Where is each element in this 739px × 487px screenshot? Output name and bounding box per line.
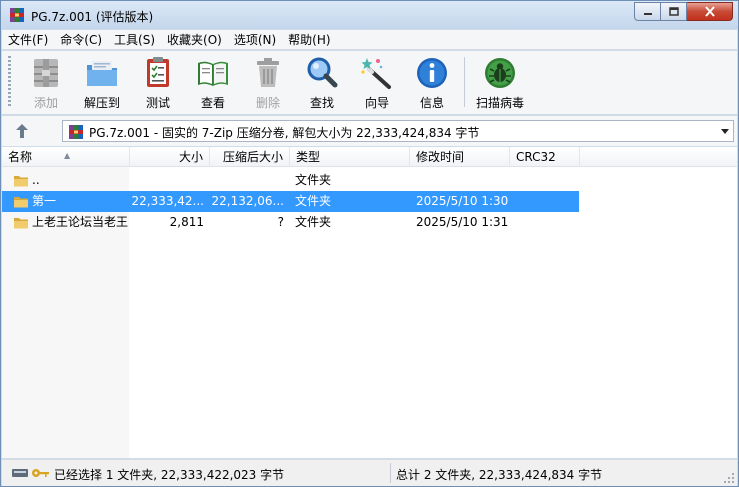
virus-scan-button-label: 扫描病毒 (475, 96, 524, 110)
wizard-button[interactable]: 向导 (351, 55, 403, 111)
file-name: 第一 (32, 194, 57, 208)
wizard-wand-icon (361, 58, 391, 89)
file-row-selected[interactable]: 第一 22,333,42... 22,132,06... 文件夹 2025/5/… (2, 191, 579, 212)
column-header: 名称 ▲ 大小 压缩后大小 类型 修改时间 CRC32 (2, 147, 737, 167)
archive-add-icon (34, 59, 58, 87)
minimize-icon (643, 12, 652, 15)
add-button[interactable]: 添加 (20, 55, 72, 111)
view-book-icon (198, 61, 228, 86)
address-bar: PG.7z.001 - 固实的 7-Zip 压缩分卷, 解包大小为 22,333… (2, 116, 737, 146)
close-icon (704, 6, 715, 17)
file-type: 文件夹 (295, 215, 332, 229)
menu-bar: 文件(F) 命令(C) 工具(S) 收藏夹(O) 选项(N) 帮助(H) (2, 30, 737, 50)
file-type: 文件夹 (295, 173, 332, 187)
resize-grip-icon[interactable] (723, 472, 735, 484)
status-bar: 已经选择 1 文件夹, 22,333,422,023 字节 总计 2 文件夹, … (2, 459, 737, 486)
chevron-down-icon[interactable] (721, 129, 729, 134)
wizard-button-label: 向导 (364, 96, 389, 110)
column-modified-header[interactable]: 修改时间 (410, 147, 510, 167)
total-status: 总计 2 文件夹, 22,333,424,834 字节 (396, 468, 603, 482)
test-button[interactable]: 测试 (132, 55, 184, 111)
folder-icon (14, 176, 28, 187)
menu-options[interactable]: 选项(N) (228, 30, 282, 50)
test-button-label: 测试 (145, 96, 170, 110)
file-type: 文件夹 (295, 194, 332, 208)
menu-commands[interactable]: 命令(C) (54, 30, 108, 50)
file-packed-size: ? (277, 215, 284, 229)
file-size (130, 170, 204, 191)
folder-icon (14, 197, 28, 208)
toolbar: 添加 解压到 测试 查看 删除 查找 向导 信息 扫描病毒 (2, 51, 737, 115)
extract-to-button-label: 解压到 (83, 96, 120, 110)
file-modified: 2025/5/10 1:31 (416, 215, 509, 229)
virus-scan-button[interactable]: 扫描病毒 (470, 55, 530, 111)
file-modified: 2025/5/10 1:30 (416, 194, 509, 208)
extract-folder-icon (87, 61, 117, 86)
winrar-app-icon[interactable] (9, 7, 25, 23)
up-one-level-icon[interactable] (12, 121, 32, 141)
file-size: 2,811 (169, 215, 204, 229)
window-controls (634, 2, 733, 21)
extract-to-button[interactable]: 解压到 (76, 55, 128, 111)
file-list[interactable]: 名称 ▲ 大小 压缩后大小 类型 修改时间 CRC32 .. 文件夹 第一 22… (2, 147, 737, 458)
toolbar-grip[interactable] (8, 56, 11, 108)
status-divider (390, 463, 391, 483)
info-icon (417, 58, 447, 88)
menu-help[interactable]: 帮助(H) (282, 30, 336, 50)
menu-favorites[interactable]: 收藏夹(O) (161, 30, 228, 50)
drive-and-key-icon[interactable] (11, 466, 51, 480)
maximize-button[interactable] (661, 2, 687, 21)
column-type-header[interactable]: 类型 (290, 147, 410, 167)
file-row[interactable]: 上老王论坛当老王 2,811 ? 文件夹 2025/5/10 1:31 (2, 212, 579, 233)
test-checklist-icon (147, 57, 169, 87)
selection-status: 已经选择 1 文件夹, 22,333,422,023 字节 (54, 468, 285, 482)
archive-file-icon (69, 125, 83, 139)
archive-path-text: PG.7z.001 - 固实的 7-Zip 压缩分卷, 解包大小为 22,333… (89, 126, 480, 140)
info-button-label: 信息 (419, 96, 444, 110)
file-name: .. (32, 173, 40, 187)
column-packed-header[interactable]: 压缩后大小 (210, 147, 290, 167)
menu-file[interactable]: 文件(F) (2, 30, 54, 50)
sort-ascending-icon: ▲ (64, 151, 71, 160)
find-button[interactable]: 查找 (296, 55, 348, 111)
info-button[interactable]: 信息 (406, 55, 458, 111)
column-name-header[interactable]: 名称 ▲ (2, 147, 130, 167)
file-row-parent[interactable]: .. 文件夹 (2, 170, 579, 191)
file-packed-size (210, 170, 284, 191)
window-title: PG.7z.001 (评估版本) (31, 10, 154, 24)
menu-tools[interactable]: 工具(S) (108, 30, 161, 50)
view-button[interactable]: 查看 (187, 55, 239, 111)
folder-icon (14, 218, 28, 229)
close-button[interactable] (687, 2, 733, 21)
file-size: 22,333,42... (131, 194, 204, 208)
find-button-label: 查找 (309, 96, 334, 110)
delete-button[interactable]: 删除 (242, 55, 294, 111)
title-bar[interactable]: PG.7z.001 (评估版本) (1, 1, 738, 29)
find-magnifier-icon (307, 57, 338, 88)
winrar-window: PG.7z.001 (评估版本) 文件(F) 命令(C) 工具(S) 收藏夹(O… (0, 0, 739, 487)
toolbar-separator (464, 57, 465, 107)
delete-trash-icon (257, 58, 279, 87)
column-size-header[interactable]: 大小 (130, 147, 210, 167)
view-button-label: 查看 (200, 96, 225, 110)
column-crc-header[interactable]: CRC32 (510, 147, 580, 167)
maximize-icon (668, 6, 679, 16)
file-name: 上老王论坛当老王 (32, 215, 128, 229)
add-button-label: 添加 (33, 96, 58, 110)
archive-path-field[interactable]: PG.7z.001 - 固实的 7-Zip 压缩分卷, 解包大小为 22,333… (62, 120, 734, 142)
file-packed-size: 22,132,06... (211, 194, 284, 208)
column-name-label: 名称 (8, 150, 33, 164)
file-modified (416, 170, 510, 191)
virus-scan-icon (485, 58, 515, 88)
minimize-button[interactable] (634, 2, 661, 21)
delete-button-label: 删除 (255, 96, 280, 110)
